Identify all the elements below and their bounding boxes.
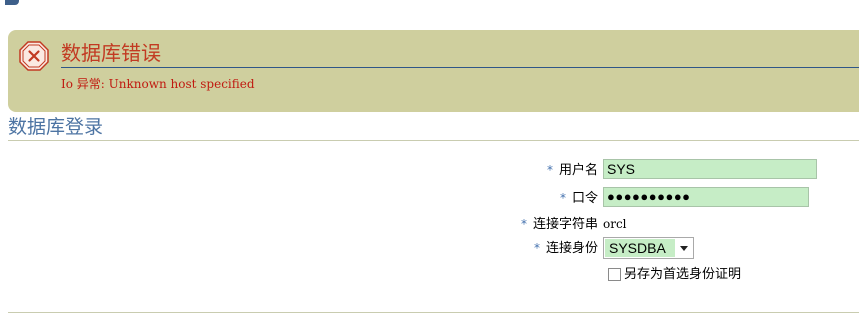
required-marker: * (520, 217, 527, 231)
save-preference-label[interactable]: 另存为首选身份证明 (624, 266, 741, 283)
password-label-text: 口令 (571, 191, 598, 206)
connect-string-value: orcl (603, 217, 627, 231)
error-octagon-icon (19, 41, 49, 71)
connect-as-label-text: 连接身份 (545, 241, 598, 256)
username-label-text: 用户名 (558, 163, 598, 178)
title-divider (8, 140, 859, 141)
connect-string-label: * 连接字符串 (521, 215, 598, 234)
save-preference-checkbox[interactable] (608, 268, 621, 281)
required-marker: * (533, 241, 540, 255)
connect-as-selected-value: SYSDBA (605, 239, 675, 257)
connect-string-label-text: 连接字符串 (532, 217, 598, 232)
error-divider (61, 67, 859, 68)
page-title: 数据库登录 (8, 116, 104, 138)
required-marker: * (559, 191, 566, 205)
required-marker: * (546, 163, 553, 177)
connect-as-select[interactable]: SYSDBA (603, 237, 694, 259)
username-label: * 用户名 (547, 161, 598, 180)
username-input[interactable]: SYS (603, 159, 817, 179)
chevron-down-icon[interactable] (680, 246, 688, 251)
page-corner-graphic (5, 0, 19, 5)
error-message: Io 异常: Unknown host specified (61, 77, 255, 91)
connect-as-label: * 连接身份 (534, 239, 598, 258)
password-label: * 口令 (560, 189, 598, 208)
error-panel: 数据库错误 Io 异常: Unknown host specified (8, 30, 859, 112)
password-input[interactable]: ●●●●●●●●●● (603, 187, 809, 207)
bottom-divider (8, 312, 859, 313)
error-title: 数据库错误 (61, 41, 161, 65)
